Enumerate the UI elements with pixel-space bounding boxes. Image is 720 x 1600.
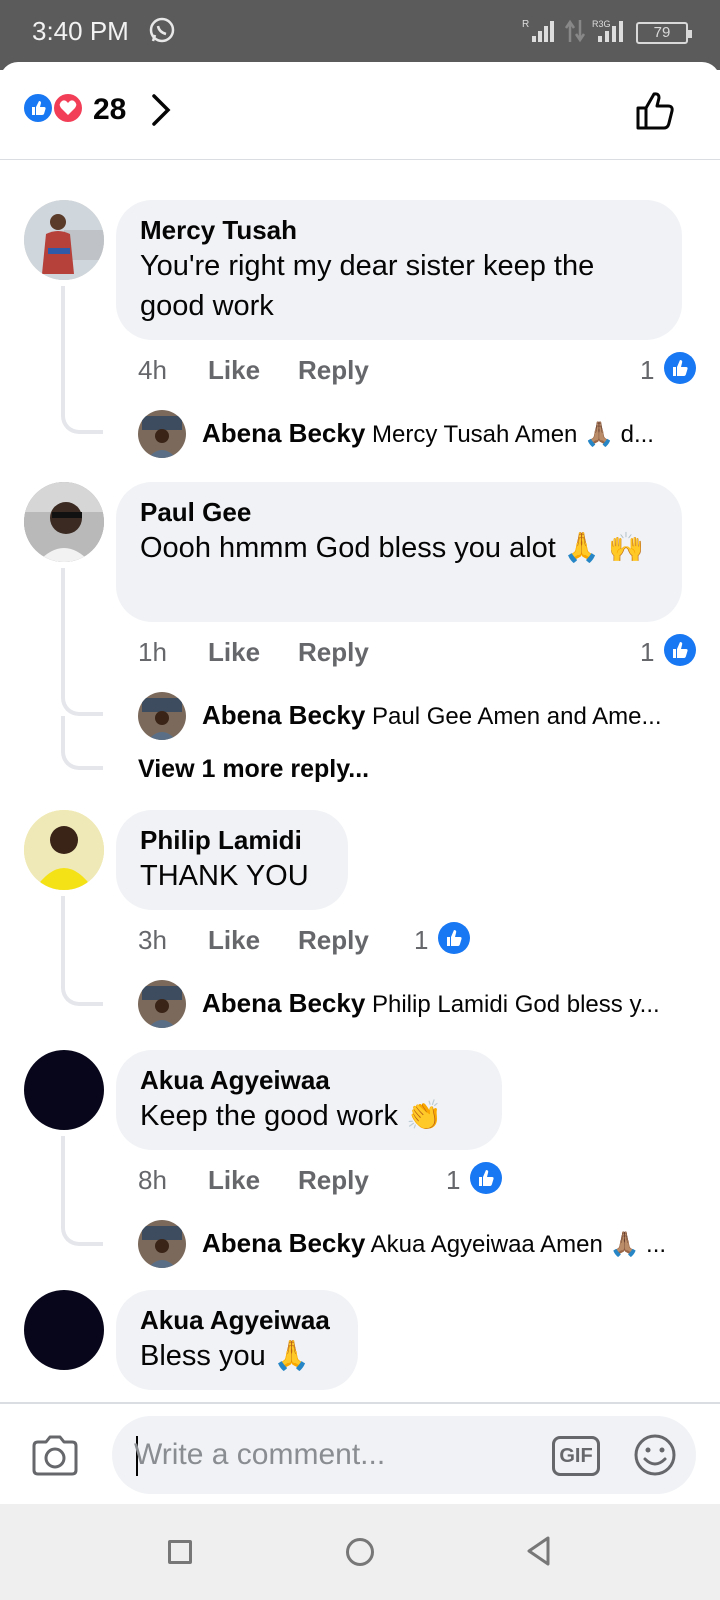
signal-icon-2: R3G [592,19,623,42]
reply-text: Abena Becky Akua Agyeiwaa Amen 🙏🏽 ... [202,1226,682,1262]
data-arrows-icon [564,19,586,43]
comment-bubble[interactable]: Akua Agyeiwaa Keep the good work 👏 [116,1050,502,1150]
recent-apps-icon[interactable] [168,1540,192,1564]
thumbs-up-icon[interactable] [634,88,678,132]
comment-composer: GIF [0,1402,720,1504]
reaction-count[interactable]: 28 [93,92,126,128]
like-button[interactable]: Like [208,352,260,388]
reply-text: Abena Becky Philip Lamidi God bless y... [202,986,682,1022]
thread-line [61,716,103,770]
comment-bubble[interactable]: Philip Lamidi THANK YOU [116,810,348,910]
like-badge-icon [664,352,696,384]
thread-line [61,1136,103,1246]
comment-bubble[interactable]: Mercy Tusah You're right my dear sister … [116,200,682,340]
whatsapp-icon [149,17,175,43]
reply-snippet: Mercy Tusah Amen 🙏🏽 d... [371,421,654,448]
like-count: 1 [640,355,655,385]
comment-text: Oooh hmmm God bless you alot 🙏 🙌 [140,532,645,564]
reply-author[interactable]: Abena Becky [202,418,365,448]
home-icon[interactable] [346,1538,374,1566]
comment-author[interactable]: Akua Agyeiwaa [140,1064,478,1096]
svg-text:R: R [522,19,529,30]
view-more-replies-link[interactable]: View 1 more reply... [138,752,369,786]
system-nav-bar [0,1504,720,1600]
reply-avatar[interactable] [138,1220,186,1268]
comment-text: THANK YOU [140,860,309,892]
like-button[interactable]: Like [208,922,260,958]
avatar[interactable] [24,810,104,890]
reply-author[interactable]: Abena Becky [202,700,365,730]
comment-actions: 3h Like Reply [138,922,398,958]
comments-sheet: 28 Mercy Tusah You're right my dear sist… [0,62,720,1502]
reply-avatar[interactable] [138,410,186,458]
avatar[interactable] [24,1050,104,1130]
like-badge-icon [438,922,470,954]
gif-button[interactable]: GIF [552,1436,600,1476]
reply-preview[interactable]: Abena Becky Akua Agyeiwaa Amen 🙏🏽 ... [138,1220,698,1268]
reply-button[interactable]: Reply [298,352,369,388]
comment-bubble[interactable]: Paul Gee Oooh hmmm God bless you alot 🙏 … [116,482,682,622]
thread-line [61,896,103,1006]
reply-button[interactable]: Reply [298,634,369,670]
reply-button[interactable]: Reply [298,1162,369,1198]
comment-actions: 1h Like Reply [138,634,698,670]
reply-author[interactable]: Abena Becky [202,988,365,1018]
reply-avatar[interactable] [138,980,186,1028]
like-count: 1 [414,925,429,955]
reply-text: Abena Becky Paul Gee Amen and Ame... [202,698,682,734]
reply-preview[interactable]: Abena Becky Mercy Tusah Amen 🙏🏽 d... [138,410,698,458]
comment-time: 1h [138,637,167,667]
camera-icon[interactable] [30,1434,80,1478]
svg-text:R3G: R3G [592,19,611,29]
reply-preview[interactable]: Abena Becky Paul Gee Amen and Ame... [138,692,698,740]
reply-snippet: Philip Lamidi God bless y... [371,991,660,1018]
comment-text: Bless you 🙏 [140,1340,310,1372]
avatar[interactable] [24,482,104,562]
emoji-icon[interactable] [632,1432,678,1478]
signal-icon: R [522,19,554,42]
reply-snippet: Akua Agyeiwaa Amen 🙏🏽 ... [370,1231,667,1258]
like-count: 1 [640,637,655,667]
comment-author[interactable]: Akua Agyeiwaa [140,1304,334,1336]
reply-snippet: Paul Gee Amen and Ame... [371,703,662,730]
reply-author[interactable]: Abena Becky [202,1228,365,1258]
reply-preview[interactable]: Abena Becky Philip Lamidi God bless y... [138,980,698,1028]
comment-time: 4h [138,355,167,385]
like-count: 1 [446,1165,461,1195]
like-badge-icon [470,1162,502,1194]
avatar[interactable] [24,1290,104,1370]
reply-button[interactable]: Reply [298,922,369,958]
back-icon[interactable] [524,1534,554,1568]
comment-bubble[interactable]: Akua Agyeiwaa Bless you 🙏 [116,1290,358,1390]
sheet-header: 28 [0,62,720,160]
love-reaction-icon[interactable] [52,92,84,124]
comment-author[interactable]: Philip Lamidi [140,824,324,856]
like-badge-icon [664,634,696,666]
comment-input[interactable] [134,1430,514,1480]
status-time: 3:40 PM [32,16,129,46]
battery-indicator: 79 [636,22,692,44]
avatar[interactable] [24,200,104,280]
reply-text: Abena Becky Mercy Tusah Amen 🙏🏽 d... [202,416,682,452]
thread-line [61,568,103,716]
status-bar: 3:40 PM R R3G 79 [0,0,720,70]
comment-text: Keep the good work 👏 [140,1100,443,1132]
like-button[interactable]: Like [208,634,260,670]
comment-author[interactable]: Paul Gee [140,496,658,528]
comment-time: 8h [138,1165,167,1195]
thread-line [61,286,103,434]
chevron-right-icon[interactable] [148,92,174,128]
comment-author[interactable]: Mercy Tusah [140,214,658,246]
reply-avatar[interactable] [138,692,186,740]
comment-input-wrapper[interactable]: GIF [112,1416,696,1494]
comment-time: 3h [138,925,167,955]
comment-actions: 8h Like Reply [138,1162,398,1198]
like-reaction-icon[interactable] [22,92,54,124]
like-button[interactable]: Like [208,1162,260,1198]
comment-actions: 4h Like Reply [138,352,698,388]
comment-text: You're right my dear sister keep the goo… [140,250,595,322]
